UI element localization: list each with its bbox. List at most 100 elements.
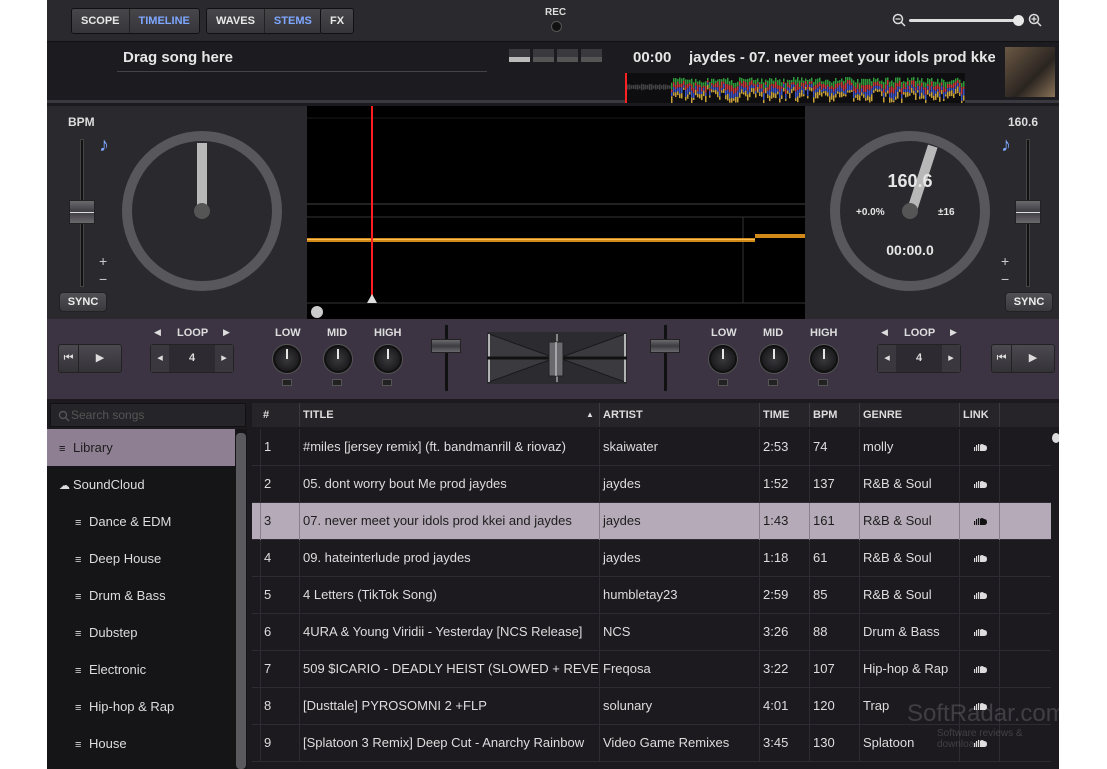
sidebar-item-drum-bass[interactable]: ≡ Drum & Bass: [47, 577, 235, 614]
table-row[interactable]: 7 509 $ICARIO - DEADLY HEIST (SLOWED + RE…: [252, 651, 1051, 688]
table-row[interactable]: 1 #miles [jersey remix] (ft. bandmanrill …: [252, 429, 1051, 466]
row-drag-handle[interactable]: [252, 429, 260, 466]
pitch-slider-handle[interactable]: [69, 200, 95, 224]
cue-button[interactable]: ⏮: [59, 345, 80, 372]
pitch-slider-handle[interactable]: [1015, 200, 1041, 224]
eq-mid-knob[interactable]: [324, 345, 352, 373]
table-row[interactable]: 9 [Splatoon 3 Remix] Deep Cut - Anarchy R…: [252, 725, 1051, 762]
eq-high-kill[interactable]: [818, 379, 828, 386]
play-button[interactable]: ▶: [79, 345, 121, 372]
loop-prev-arrow[interactable]: ◀: [154, 327, 161, 338]
eq-low-knob[interactable]: [709, 345, 737, 373]
music-note-icon[interactable]: ♪: [1001, 134, 1011, 157]
volume-fader-right-handle[interactable]: [650, 339, 680, 353]
table-row[interactable]: 2 05. dont worry bout Me prod jaydes jayde…: [252, 466, 1051, 503]
drag-song-target[interactable]: Drag song here: [123, 49, 233, 66]
column-header-title[interactable]: TITLE ▲: [299, 403, 599, 427]
row-drag-handle[interactable]: [252, 540, 260, 577]
fx-button[interactable]: FX: [321, 9, 354, 33]
rec-button[interactable]: [551, 21, 562, 32]
soundcloud-link-icon[interactable]: [959, 651, 999, 688]
sidebar-item-electronic[interactable]: ≡ Electronic: [47, 651, 235, 688]
loop-next-arrow[interactable]: ▶: [223, 327, 230, 338]
soundcloud-link-icon[interactable]: [959, 614, 999, 651]
overview-waveform[interactable]: [625, 73, 965, 103]
table-row[interactable]: 4 09. hateinterlude prod jaydes jaydes 1:18…: [252, 540, 1051, 577]
sidebar-item-library[interactable]: ≡ Library: [47, 429, 235, 466]
row-drag-handle[interactable]: [252, 651, 260, 688]
scrollbar-thumb[interactable]: [236, 433, 246, 769]
jog-wheel[interactable]: 160.6 +0.0% ±16 00:00.0: [830, 131, 990, 291]
loop-value: 4: [188, 352, 196, 364]
scope-button[interactable]: SCOPE: [72, 9, 130, 33]
waves-button[interactable]: WAVES: [207, 9, 265, 33]
sidebar-item-deep-house[interactable]: ≡ Deep House: [47, 540, 235, 577]
row-drag-handle[interactable]: [252, 725, 260, 762]
sidebar-item-dance-edm[interactable]: ≡ Dance & EDM: [47, 503, 235, 540]
volume-fader-left[interactable]: [445, 325, 448, 391]
jog-wheel[interactable]: [122, 131, 282, 291]
zoom-slider[interactable]: [909, 19, 1019, 22]
sidebar-item-dubstep[interactable]: ≡ Dubstep: [47, 614, 235, 651]
loop-increase-button[interactable]: ▸: [942, 345, 960, 372]
sync-button[interactable]: SYNC: [1005, 292, 1053, 312]
loop-increase-button[interactable]: ▸: [215, 345, 233, 372]
table-row[interactable]: 6 4URA & Young Viridii - Yesterday [NCS R…: [252, 614, 1051, 651]
sync-button[interactable]: SYNC: [59, 292, 107, 312]
soundcloud-link-icon[interactable]: [959, 577, 999, 614]
eq-high-knob[interactable]: [374, 345, 402, 373]
row-drag-handle[interactable]: [252, 577, 260, 614]
column-header-artist[interactable]: ARTIST: [599, 403, 643, 427]
table-row[interactable]: 54 Letters (TikTok Song) humbletay23 2:59 8…: [252, 577, 1051, 614]
zoom-slider-handle[interactable]: [1013, 15, 1024, 26]
loop-prev-arrow[interactable]: ◀: [881, 327, 888, 338]
cue-button[interactable]: ⏮: [992, 345, 1013, 372]
timeline-button[interactable]: TIMELINE: [129, 9, 199, 33]
sidebar-item-hiphop-rap[interactable]: ≡ Hip-hop & Rap: [47, 688, 235, 725]
column-header-bpm[interactable]: BPM: [809, 403, 837, 427]
stems-button[interactable]: STEMS: [264, 9, 321, 33]
scrollbar-thumb[interactable]: [1052, 433, 1059, 443]
loop-decrease-button[interactable]: ◂: [151, 345, 169, 372]
zoom-out-icon[interactable]: [892, 13, 906, 27]
column-header-genre[interactable]: GENRE: [859, 403, 902, 427]
crossfader[interactable]: [487, 332, 627, 384]
search-input[interactable]: [71, 406, 241, 424]
eq-high-kill[interactable]: [382, 379, 392, 386]
pitch-plus-button[interactable]: +: [99, 254, 107, 268]
soundcloud-link-icon[interactable]: [959, 503, 999, 540]
cell-artist: jaydes: [599, 466, 759, 503]
soundcloud-link-icon[interactable]: [959, 540, 999, 577]
sidebar-scrollbar[interactable]: [235, 429, 247, 769]
row-drag-handle[interactable]: [252, 503, 260, 540]
waveform-view[interactable]: [307, 106, 805, 319]
eq-mid-kill[interactable]: [332, 379, 342, 386]
loop-next-arrow[interactable]: ▶: [950, 327, 957, 338]
soundcloud-link-icon[interactable]: [959, 429, 999, 466]
column-header-link[interactable]: LINK: [959, 403, 989, 427]
pitch-plus-button[interactable]: +: [1001, 254, 1009, 268]
play-button[interactable]: ▶: [1012, 345, 1054, 372]
pitch-minus-button[interactable]: −: [1001, 272, 1009, 286]
loop-decrease-button[interactable]: ◂: [878, 345, 896, 372]
eq-low-knob[interactable]: [273, 345, 301, 373]
zoom-in-icon[interactable]: [1028, 13, 1042, 27]
volume-fader-left-handle[interactable]: [431, 339, 461, 353]
eq-low-kill[interactable]: [282, 379, 292, 386]
soundcloud-link-icon[interactable]: [959, 466, 999, 503]
sidebar-item-soundcloud[interactable]: ☁ SoundCloud: [47, 466, 235, 503]
eq-mid-knob[interactable]: [760, 345, 788, 373]
row-drag-handle[interactable]: [252, 688, 260, 725]
pitch-minus-button[interactable]: −: [99, 272, 107, 286]
sidebar-item-house[interactable]: ≡ House: [47, 725, 235, 762]
eq-mid-kill[interactable]: [768, 379, 778, 386]
column-header-time[interactable]: TIME: [759, 403, 789, 427]
music-note-icon[interactable]: ♪: [99, 134, 109, 157]
column-header-number[interactable]: #: [260, 403, 269, 427]
row-drag-handle[interactable]: [252, 466, 260, 503]
row-drag-handle[interactable]: [252, 614, 260, 651]
volume-fader-right[interactable]: [664, 325, 667, 391]
eq-high-knob[interactable]: [810, 345, 838, 373]
table-row[interactable]: 3 07. never meet your idols prod kkei and…: [252, 503, 1051, 540]
eq-low-kill[interactable]: [718, 379, 728, 386]
